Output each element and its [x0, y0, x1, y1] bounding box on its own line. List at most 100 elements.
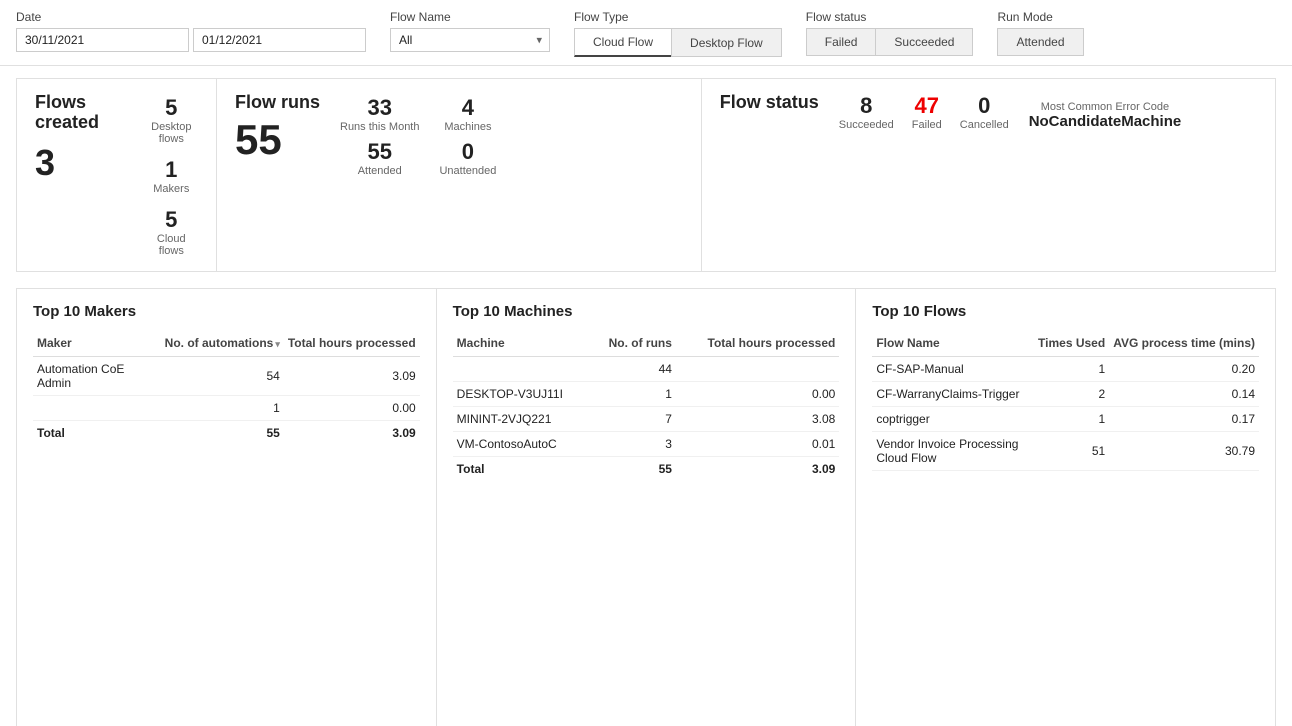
makers-table-body: Automation CoE Admin 54 3.09 1 0.00 Tota…: [33, 357, 420, 446]
machine-name-2: MININT-2VJQ221: [453, 407, 590, 432]
error-code-value: NoCandidateMachine: [1029, 113, 1182, 130]
machine-hours-2: 3.08: [676, 407, 839, 432]
machines-total-label: Total: [453, 457, 590, 482]
failed-label: Failed: [912, 119, 942, 131]
flow-type-filter-group: Flow Type Cloud Flow Desktop Flow: [574, 10, 782, 57]
machines-col-hours: Total hours processed: [676, 332, 839, 357]
date-end-input[interactable]: [193, 28, 366, 52]
top10-makers-table: Maker No. of automations▾ Total hours pr…: [33, 332, 420, 445]
flow-status-title-col: Flow status: [720, 93, 819, 119]
machines-label: Machines: [444, 121, 491, 133]
table-row: 44: [453, 357, 840, 382]
cloud-flows-label: Cloud flows: [145, 233, 198, 257]
flow-name-select[interactable]: All: [390, 28, 550, 52]
flow-type-label: Flow Type: [574, 10, 782, 24]
tables-row: Top 10 Makers Maker No. of automations▾ …: [16, 288, 1276, 726]
flow-runs-card: Flow runs 55 33 Runs this Month 55 Atten…: [217, 79, 702, 271]
makers-total-row: Total 55 3.09: [33, 421, 420, 446]
machine-hours-3: 0.01: [676, 432, 839, 457]
machines-header-row: Machine No. of runs Total hours processe…: [453, 332, 840, 357]
top10-machines-section: Top 10 Machines Machine No. of runs Tota…: [437, 289, 857, 726]
flows-created-card: Flows created 3 5 Desktop flows 1 Makers: [17, 79, 217, 271]
flow-avg-0: 0.20: [1109, 357, 1259, 382]
machines-stat: 4 Machines: [439, 95, 496, 133]
machines-total-runs: 55: [590, 457, 676, 482]
table-row: CF-SAP-Manual 1 0.20: [872, 357, 1259, 382]
maker-hours-1: 0.00: [284, 396, 420, 421]
desktop-flows-label: Desktop flows: [145, 121, 198, 145]
machines-col-machine: Machine: [453, 332, 590, 357]
machine-runs-2: 7: [590, 407, 676, 432]
cloud-flows-stat: 5 Cloud flows: [145, 207, 198, 257]
failed-button[interactable]: Failed: [806, 28, 876, 56]
makers-col-hours: Total hours processed: [284, 332, 420, 357]
machines-number: 4: [462, 95, 474, 121]
machines-total-row: Total 55 3.09: [453, 457, 840, 482]
desktop-flows-number: 5: [165, 95, 177, 121]
desktop-flows-stat: 5 Desktop flows: [145, 95, 198, 145]
flows-table-body: CF-SAP-Manual 1 0.20 CF-WarranyClaims-Tr…: [872, 357, 1259, 471]
error-code-section: Most Common Error Code NoCandidateMachin…: [1029, 101, 1182, 130]
maker-name-0: Automation CoE Admin: [33, 357, 161, 396]
makers-total-automations: 55: [161, 421, 284, 446]
run-mode-label: Run Mode: [997, 10, 1083, 24]
run-mode-buttons: Attended: [997, 28, 1083, 56]
flow-name-select-wrapper[interactable]: All: [390, 28, 550, 52]
flow-times-3: 51: [1034, 432, 1109, 471]
makers-stat: 1 Makers: [145, 157, 198, 195]
stat-cards-row: Flows created 3 5 Desktop flows 1 Makers: [16, 78, 1276, 272]
top10-machines-title: Top 10 Machines: [453, 303, 840, 320]
flow-runs-title: Flow runs: [235, 93, 320, 113]
error-code-label: Most Common Error Code: [1041, 101, 1169, 113]
top10-flows-section: Top 10 Flows Flow Name Times Used AVG pr…: [856, 289, 1275, 726]
flows-col-name: Flow Name: [872, 332, 1034, 357]
makers-total-label: Total: [33, 421, 161, 446]
flow-avg-1: 0.14: [1109, 382, 1259, 407]
flow-runs-sub-stats: 33 Runs this Month 55 Attended: [340, 95, 419, 177]
flows-created-label-col: Flows created 3: [35, 93, 129, 181]
flow-status-card: Flow status 8 Succeeded 47 Failed 0: [702, 79, 1275, 271]
flow-status-inner: Flow status 8 Succeeded 47 Failed 0: [720, 93, 1257, 131]
flow-status-label: Flow status: [806, 10, 974, 24]
flows-header-row: Flow Name Times Used AVG process time (m…: [872, 332, 1259, 357]
cloud-flow-button[interactable]: Cloud Flow: [574, 28, 671, 57]
flow-name-2: coptrigger: [872, 407, 1034, 432]
run-mode-filter-group: Run Mode Attended: [997, 10, 1083, 56]
makers-header-row: Maker No. of automations▾ Total hours pr…: [33, 332, 420, 357]
runs-this-month-stat: 33 Runs this Month: [340, 95, 419, 133]
machine-name-1: DESKTOP-V3UJ11I: [453, 382, 590, 407]
table-row: 1 0.00: [33, 396, 420, 421]
flow-status-filter-group: Flow status Failed Succeeded: [806, 10, 974, 56]
table-row: Automation CoE Admin 54 3.09: [33, 357, 420, 396]
top10-machines-table: Machine No. of runs Total hours processe…: [453, 332, 840, 481]
flow-times-1: 2: [1034, 382, 1109, 407]
succeeded-button[interactable]: Succeeded: [875, 28, 973, 56]
content-area: Flows created 3 5 Desktop flows 1 Makers: [0, 66, 1292, 726]
date-start-input[interactable]: [16, 28, 189, 52]
flow-name-0: CF-SAP-Manual: [872, 357, 1034, 382]
flow-times-0: 1: [1034, 357, 1109, 382]
table-row: MININT-2VJQ221 7 3.08: [453, 407, 840, 432]
main-container: Date Flow Name All Flow Type Cloud Flow …: [0, 0, 1292, 726]
cloud-flows-number: 5: [165, 207, 177, 233]
flow-runs-title-big: Flow runs 55: [235, 93, 320, 161]
cancelled-stat: 0 Cancelled: [960, 93, 1009, 131]
maker-name-1: [33, 396, 161, 421]
succeeded-number: 8: [860, 93, 872, 119]
flow-runs-inner: Flow runs 55 33 Runs this Month 55 Atten…: [235, 93, 683, 177]
desktop-flow-button[interactable]: Desktop Flow: [671, 28, 782, 57]
flow-status-buttons: Failed Succeeded: [806, 28, 974, 56]
maker-automations-0: 54: [161, 357, 284, 396]
table-row: CF-WarranyClaims-Trigger 2 0.14: [872, 382, 1259, 407]
flows-created-number: 3: [35, 145, 129, 181]
maker-hours-0: 3.09: [284, 357, 420, 396]
flow-runs-big-number: 55: [235, 119, 320, 161]
flows-col-avg: AVG process time (mins): [1109, 332, 1259, 357]
machine-runs-3: 3: [590, 432, 676, 457]
table-row: VM-ContosoAutoC 3 0.01: [453, 432, 840, 457]
machine-runs-1: 1: [590, 382, 676, 407]
machine-hours-1: 0.00: [676, 382, 839, 407]
top10-makers-section: Top 10 Makers Maker No. of automations▾ …: [17, 289, 437, 726]
attended-button[interactable]: Attended: [997, 28, 1083, 56]
flow-avg-2: 0.17: [1109, 407, 1259, 432]
